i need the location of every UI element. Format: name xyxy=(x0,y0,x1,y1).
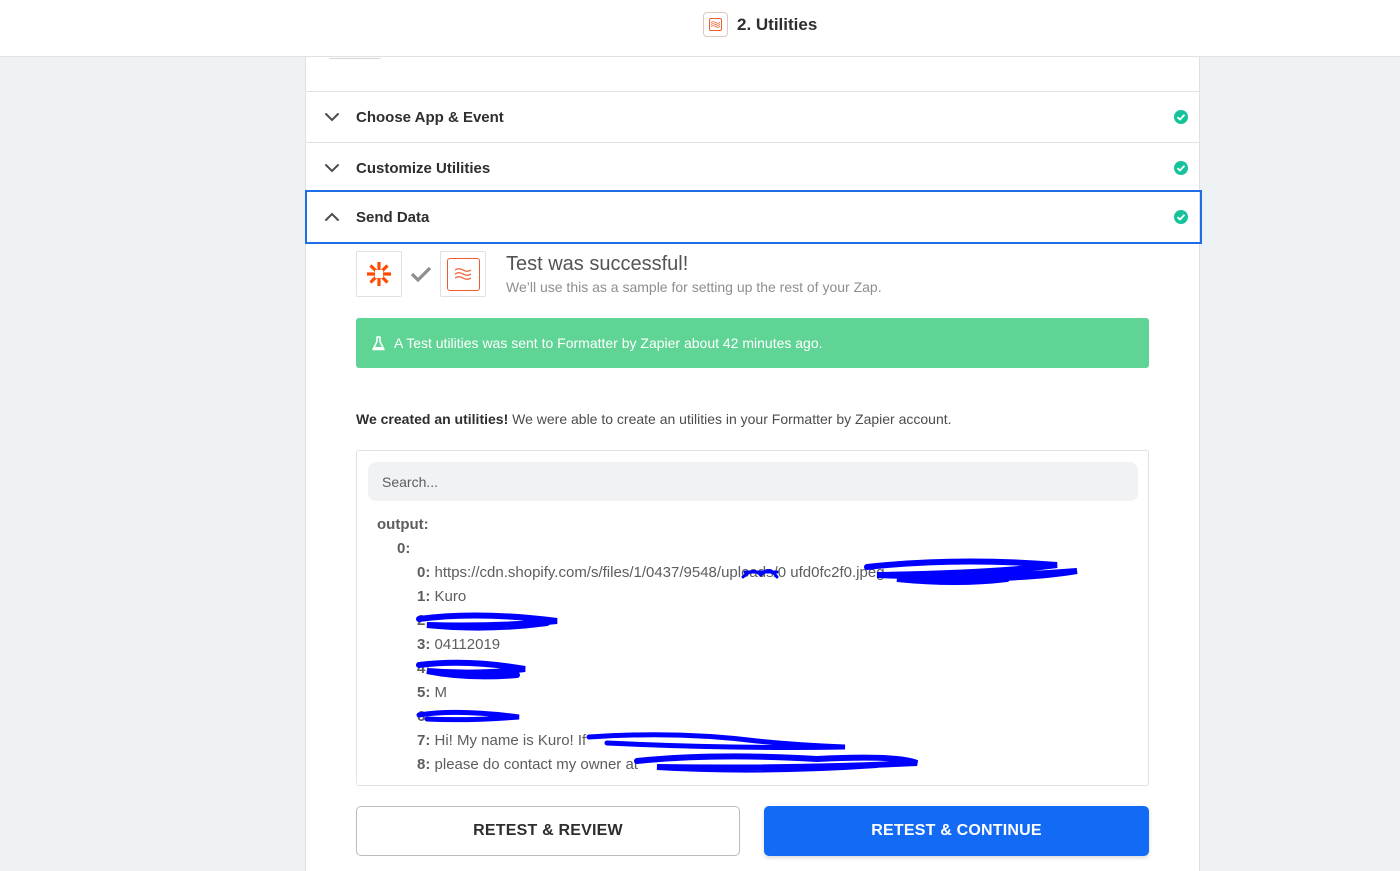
retest-continue-button[interactable]: RETEST & CONTINUE xyxy=(764,806,1149,856)
created-message-bold: We created an utilities! xyxy=(356,411,509,427)
check-circle-icon xyxy=(1174,110,1188,124)
formatter-icon xyxy=(703,12,728,37)
test-sent-banner: A Test utilities was sent to Formatter b… xyxy=(356,318,1149,368)
section-label: Customize Utilities xyxy=(356,159,491,177)
section-choose-app-event[interactable]: Choose App & Event xyxy=(306,91,1200,142)
top-bar: 2. Utilities xyxy=(0,0,1400,57)
banner-text: A Test utilities was sent to Formatter b… xyxy=(394,335,823,351)
check-icon xyxy=(410,266,432,283)
test-success-subtitle: We’ll use this as a sample for setting u… xyxy=(506,279,882,295)
created-message-text: We were able to create an utilities in y… xyxy=(508,411,952,427)
zapier-app-icon xyxy=(356,251,402,297)
test-success-title: Test was successful! xyxy=(506,253,689,275)
step-title: 2. Utilities xyxy=(703,12,817,37)
chevron-up-icon xyxy=(325,212,339,221)
formatter-app-icon xyxy=(440,251,486,297)
editor-panel: Choose App & Event Customize Utilities S… xyxy=(305,57,1202,871)
section-label: Send Data xyxy=(356,208,430,226)
retest-review-button[interactable]: RETEST & REVIEW xyxy=(356,806,740,856)
section-send-data[interactable]: Send Data xyxy=(305,190,1202,244)
zapier-asterisk-icon xyxy=(367,262,391,286)
check-circle-icon xyxy=(1174,161,1188,175)
created-message: We created an utilities! We were able to… xyxy=(356,411,952,427)
check-circle-icon xyxy=(1174,210,1188,224)
section-customize-utilities[interactable]: Customize Utilities xyxy=(306,142,1200,193)
step-title-text: 2. Utilities xyxy=(737,14,818,34)
chevron-down-icon xyxy=(325,164,339,173)
chevron-down-icon xyxy=(325,113,339,122)
redaction-scribbles xyxy=(416,558,1078,773)
formatter-icon xyxy=(446,257,480,291)
section-label: Choose App & Event xyxy=(356,108,504,126)
divider xyxy=(329,57,381,59)
output-data-pane[interactable]: output: 0: 0: https://cdn.shopify.com/s/… xyxy=(356,450,1149,786)
flask-icon xyxy=(372,335,385,350)
